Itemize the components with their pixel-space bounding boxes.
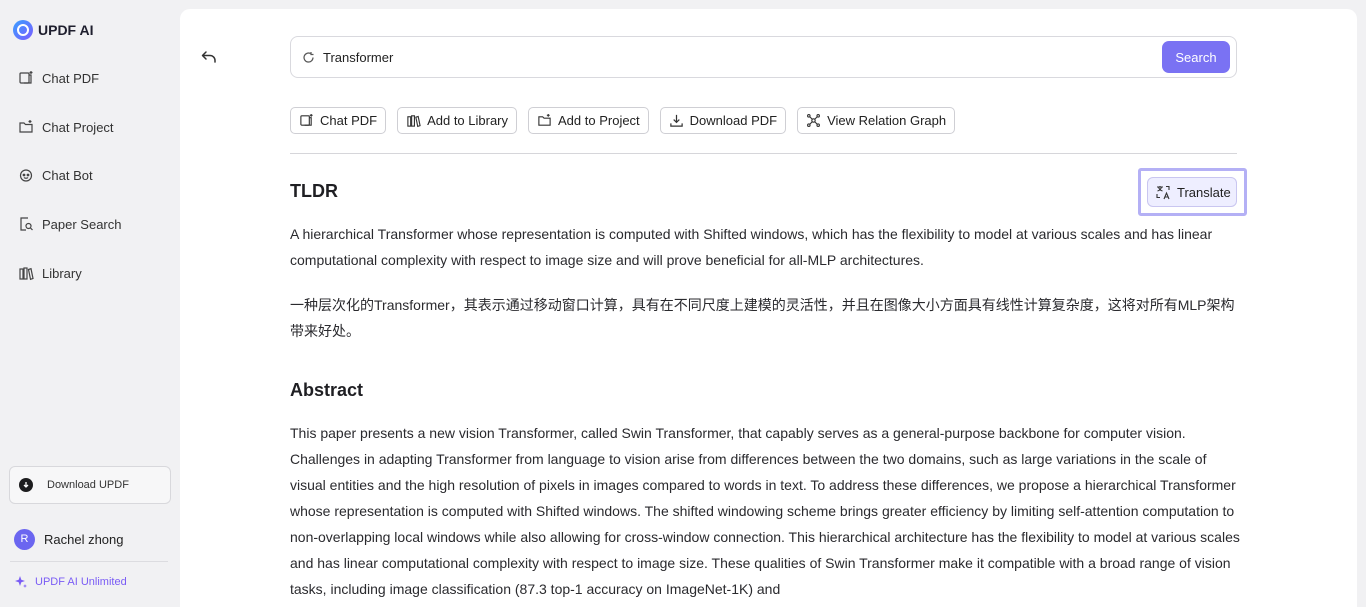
sidebar-item-chat-bot[interactable]: Chat Bot: [18, 164, 93, 186]
tldr-text-zh: 一种层次化的Transformer，其表示通过移动窗口计算，具有在不同尺度上建模…: [290, 297, 1235, 339]
user-profile[interactable]: R Rachel zhong: [14, 528, 124, 550]
search-button[interactable]: Search: [1162, 41, 1230, 73]
button-label: View Relation Graph: [827, 113, 947, 128]
divider: [290, 153, 1237, 154]
download-pdf-button[interactable]: Download PDF: [659, 107, 787, 134]
abstract-heading: Abstract: [290, 380, 364, 400]
tldr-text-en: A hierarchical Transformer whose represe…: [290, 226, 1213, 268]
search-icon: [303, 52, 314, 63]
view-relation-graph-button[interactable]: View Relation Graph: [797, 107, 956, 134]
library-icon: [407, 115, 421, 128]
back-arrow-icon: [201, 51, 216, 63]
bot-icon: [19, 169, 33, 182]
folder-icon: [19, 120, 33, 133]
chat-pdf-icon: [19, 71, 33, 84]
plan-badge[interactable]: UPDF AI Unlimited: [14, 575, 127, 588]
plan-label: UPDF AI Unlimited: [35, 575, 127, 588]
chat-pdf-icon: [300, 113, 313, 126]
brand[interactable]: UPDF AI: [13, 19, 93, 41]
download-icon: [19, 478, 33, 492]
translate-label: Translate: [1177, 184, 1231, 200]
brand-name: UPDF AI: [38, 22, 94, 38]
avatar: R: [14, 528, 35, 550]
sidebar-item-chat-pdf[interactable]: Chat PDF: [18, 67, 99, 89]
back-button[interactable]: [200, 48, 218, 66]
button-label: Add to Library: [427, 113, 509, 128]
updf-logo-icon: [13, 20, 33, 40]
download-icon: [669, 114, 683, 127]
button-label: Add to Project: [558, 113, 640, 128]
user-name: Rachel zhong: [44, 531, 124, 547]
translate-icon: [1156, 185, 1170, 199]
search-input[interactable]: [323, 45, 1153, 69]
translate-button[interactable]: Translate: [1147, 177, 1237, 207]
tldr-heading: TLDR: [290, 181, 338, 201]
sidebar: UPDF AI Chat PDF Chat Project Chat Bot P…: [0, 0, 180, 607]
sidebar-item-library[interactable]: Library: [18, 262, 82, 284]
abstract-text: This paper presents a new vision Transfo…: [290, 425, 1240, 597]
add-to-library-button[interactable]: Add to Library: [397, 107, 518, 134]
sidebar-item-label: Paper Search: [42, 216, 122, 232]
sidebar-item-chat-project[interactable]: Chat Project: [18, 116, 114, 138]
button-label: Download PDF: [689, 113, 778, 128]
divider: [10, 561, 168, 562]
sparkle-icon: [15, 576, 27, 588]
sidebar-item-label: Chat PDF: [42, 70, 100, 86]
action-toolbar: Chat PDF Add to Library Add to Project D…: [290, 107, 956, 134]
sidebar-item-label: Chat Project: [42, 119, 114, 135]
chat-pdf-button[interactable]: Chat PDF: [290, 107, 387, 134]
paper-search-icon: [20, 217, 33, 231]
add-to-project-button[interactable]: Add to Project: [528, 107, 649, 134]
library-icon: [19, 267, 34, 281]
folder-icon: [538, 113, 551, 126]
sidebar-item-label: Library: [42, 265, 82, 281]
download-updf-button[interactable]: Download UPDF: [9, 466, 171, 504]
search-bar: Search: [290, 36, 1237, 78]
sidebar-item-paper-search[interactable]: Paper Search: [18, 213, 122, 235]
button-label: Chat PDF: [320, 113, 378, 128]
sidebar-item-label: Chat Bot: [42, 167, 93, 183]
download-updf-label: Download UPDF: [47, 479, 129, 491]
graph-icon: [807, 114, 821, 127]
